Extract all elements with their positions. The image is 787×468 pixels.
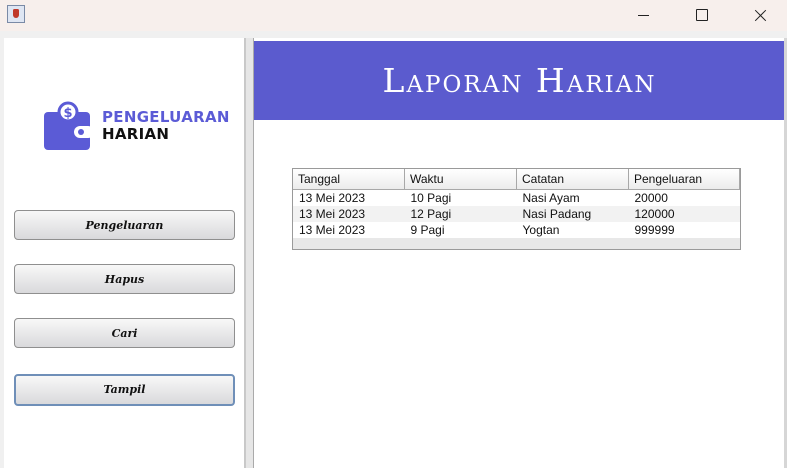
cell-catatan: Nasi Ayam <box>516 189 629 206</box>
minimize-button[interactable] <box>620 0 666 31</box>
cell-waktu: 9 Pagi <box>404 222 517 238</box>
report-table-container: Tanggal Waktu Catatan Pengeluaran 13 Mei… <box>292 168 741 250</box>
table-row[interactable]: 13 Mei 2023 9 Pagi Yogtan 999999 <box>293 222 740 238</box>
wallet-icon: $ <box>44 101 94 150</box>
close-button[interactable] <box>738 0 784 31</box>
column-header-tanggal[interactable]: Tanggal <box>293 169 405 190</box>
cell-catatan: Yogtan <box>516 222 629 238</box>
column-header-pengeluaran[interactable]: Pengeluaran <box>628 169 740 190</box>
pengeluaran-button[interactable]: Pengeluaran <box>14 210 235 240</box>
svg-text:$: $ <box>63 106 72 121</box>
cell-waktu: 10 Pagi <box>404 189 517 206</box>
cell-tanggal: 13 Mei 2023 <box>293 206 405 222</box>
report-table: Tanggal Waktu Catatan Pengeluaran 13 Mei… <box>293 169 740 238</box>
cell-pengeluaran: 120000 <box>628 206 740 222</box>
table-header-row: Tanggal Waktu Catatan Pengeluaran <box>293 169 740 190</box>
cell-waktu: 12 Pagi <box>404 206 517 222</box>
page-header: Laporan Harian <box>254 41 785 120</box>
split-divider[interactable] <box>245 38 253 468</box>
java-app-icon <box>7 5 25 23</box>
cell-tanggal: 13 Mei 2023 <box>293 189 405 206</box>
app-logo: $ PENGELUARAN HARIAN <box>44 100 244 154</box>
logo-line2: HARIAN <box>102 125 170 143</box>
column-header-waktu[interactable]: Waktu <box>404 169 517 190</box>
column-header-catatan[interactable]: Catatan <box>516 169 629 190</box>
hapus-button[interactable]: Hapus <box>14 264 235 294</box>
table-row[interactable]: 13 Mei 2023 10 Pagi Nasi Ayam 20000 <box>293 189 740 206</box>
cell-pengeluaran: 999999 <box>628 222 740 238</box>
cell-catatan: Nasi Padang <box>516 206 629 222</box>
logo-line1: PENGELUARAN <box>102 108 230 126</box>
sidebar: $ PENGELUARAN HARIAN Pengeluaran Hapus C… <box>4 38 245 468</box>
cell-tanggal: 13 Mei 2023 <box>293 222 405 238</box>
title-bar <box>0 0 787 31</box>
table-row[interactable]: 13 Mei 2023 12 Pagi Nasi Padang 120000 <box>293 206 740 222</box>
main-panel: Laporan Harian Tanggal Waktu Catatan Pen… <box>253 38 785 468</box>
cell-pengeluaran: 20000 <box>628 189 740 206</box>
cari-button[interactable]: Cari <box>14 318 235 348</box>
tampil-button[interactable]: Tampil <box>14 374 235 406</box>
page-title: Laporan Harian <box>382 61 657 100</box>
maximize-button[interactable] <box>680 0 726 31</box>
logo-text: PENGELUARAN HARIAN <box>102 109 230 143</box>
